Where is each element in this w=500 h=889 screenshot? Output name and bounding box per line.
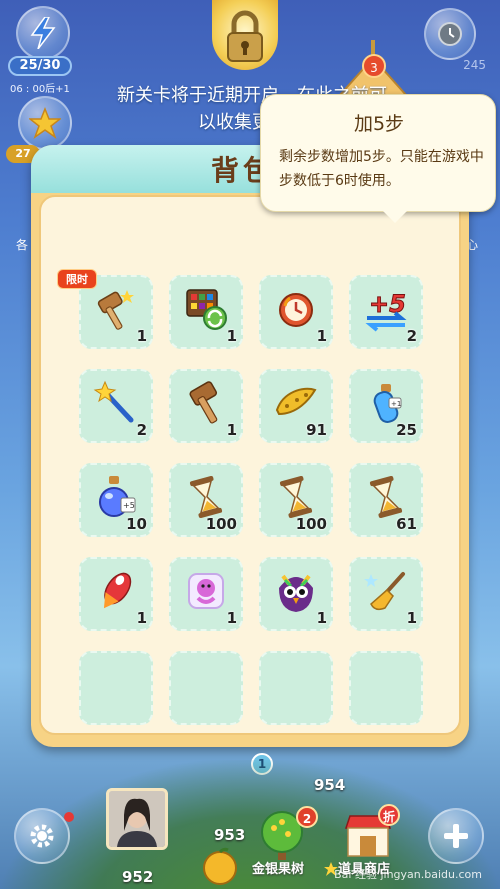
- item-count: 61: [396, 515, 417, 533]
- backpack-grid: 限时 1 1 1 +5 2 2 1 91 +1 25 +5 10 100 100…: [39, 195, 461, 775]
- magic-wand-icon: [93, 380, 134, 422]
- tooltip-title: 加5步: [353, 113, 405, 135]
- item-slot-magic-wand[interactable]: 2: [79, 369, 153, 443]
- item-slot-banana[interactable]: 91: [259, 369, 333, 443]
- empty-slot[interactable]: [349, 651, 423, 725]
- item-slot-golden-broom[interactable]: 1: [349, 557, 423, 631]
- apple-icon: [203, 847, 237, 885]
- top-right-count: 245: [463, 58, 486, 72]
- item-slot-alarm-clock[interactable]: 1: [259, 275, 333, 349]
- item-slot-jelly-fairy[interactable]: 1: [169, 557, 243, 631]
- item-count: 91: [306, 421, 327, 439]
- item-count: 2: [136, 421, 147, 439]
- item-slot-plus-five-moves[interactable]: +5 2: [349, 275, 423, 349]
- watermark: Bai 经验 jingyan.baidu.com: [334, 868, 482, 881]
- plus-five-badge: +5: [369, 290, 406, 318]
- item-slot-wooden-hammer[interactable]: 1: [169, 369, 243, 443]
- hourglass-icon: [369, 475, 403, 518]
- plus-five-moves-icon: +5: [365, 289, 407, 332]
- settings-button[interactable]: [14, 808, 70, 864]
- empty-slot[interactable]: [259, 651, 333, 725]
- jelly-fairy-icon: [188, 572, 224, 609]
- potion-small-badge: +1: [391, 400, 401, 408]
- item-slot-blue-potion-small[interactable]: +1 25: [349, 369, 423, 443]
- settings-bubble-top[interactable]: [424, 8, 476, 60]
- item-count: 1: [226, 609, 237, 627]
- golden-broom-icon: [364, 571, 405, 610]
- item-slot-hourglass-2[interactable]: 100: [259, 463, 333, 537]
- item-count: 1: [406, 609, 417, 627]
- item-count: 2: [406, 327, 417, 345]
- blue-potion-small-icon: +1: [373, 383, 402, 423]
- item-slot-rocket[interactable]: 1: [79, 557, 153, 631]
- limited-time-tag: 限时: [57, 269, 97, 289]
- energy-bubble[interactable]: [16, 6, 70, 60]
- left-side-label: 各: [16, 238, 29, 252]
- rocket-icon: [103, 572, 132, 608]
- item-count: 1: [226, 421, 237, 439]
- item-count: 1: [316, 327, 327, 345]
- shuffle-board-icon: [186, 288, 227, 330]
- energy-counter: 25/30: [8, 56, 72, 76]
- item-tooltip: 加5步 剩余步数增加5步。只能在游戏中步数低于6时使用。: [260, 94, 496, 223]
- hourglass-icon: [189, 475, 223, 518]
- item-count: 25: [396, 421, 417, 439]
- avatar-portrait-icon: [109, 791, 165, 847]
- potion-large-badge: +5: [123, 501, 135, 510]
- hourglass-icon: [279, 475, 313, 518]
- energy-timer: 06 : 00后+1: [10, 84, 70, 95]
- item-count: 100: [205, 515, 237, 533]
- plus-icon: [444, 824, 468, 848]
- item-count: 1: [316, 609, 327, 627]
- locked-level[interactable]: [212, 0, 278, 70]
- gear-icon: [30, 824, 54, 848]
- padlock-icon: [227, 10, 263, 62]
- item-slot-blue-potion-large[interactable]: +5 10: [79, 463, 153, 537]
- rainbow-owl-icon: [279, 574, 313, 612]
- item-count: 1: [226, 327, 237, 345]
- wooden-hammer-icon: [189, 380, 218, 423]
- blue-potion-large-icon: +5: [99, 475, 136, 517]
- banana-icon: [275, 387, 317, 415]
- item-slot-shuffle[interactable]: 1: [169, 275, 243, 349]
- settings-notify-dot: [64, 812, 74, 822]
- item-count: 10: [126, 515, 147, 533]
- alarm-clock-icon: [279, 292, 313, 327]
- item-slot-hourglass-1[interactable]: 100: [169, 463, 243, 537]
- star-icon: [29, 107, 61, 139]
- item-count: 100: [295, 515, 327, 533]
- lightning-icon: [30, 17, 56, 49]
- empty-slot[interactable]: [79, 651, 153, 725]
- orchard-label[interactable]: 金银果树: [252, 858, 304, 877]
- hammer-icon: [97, 289, 134, 330]
- item-slot-hourglass-3[interactable]: 61: [349, 463, 423, 537]
- tooltip-description: 剩余步数增加5步。只能在游戏中步数低于6时使用。: [279, 149, 484, 189]
- item-slot-rainbow-owl[interactable]: 1: [259, 557, 333, 631]
- star-bubble[interactable]: [18, 96, 72, 150]
- item-count: 1: [136, 609, 147, 627]
- backpack-panel: 背包 限时 1 1 1 +5 2 2 1 91 +1 25 +5 10 100 …: [31, 145, 469, 775]
- empty-slot[interactable]: [169, 651, 243, 725]
- player-score: 952: [122, 868, 154, 886]
- player-avatar[interactable]: [106, 788, 168, 850]
- item-count: 1: [136, 327, 147, 345]
- friend-score-top: 954: [314, 776, 346, 794]
- level-badge: 3: [362, 54, 386, 78]
- friend-score-left: 953: [214, 826, 246, 844]
- orchard-badge: 2: [296, 806, 318, 828]
- add-button[interactable]: [428, 808, 484, 864]
- shop-discount-badge: 折: [378, 804, 400, 826]
- clock-icon: [438, 22, 462, 46]
